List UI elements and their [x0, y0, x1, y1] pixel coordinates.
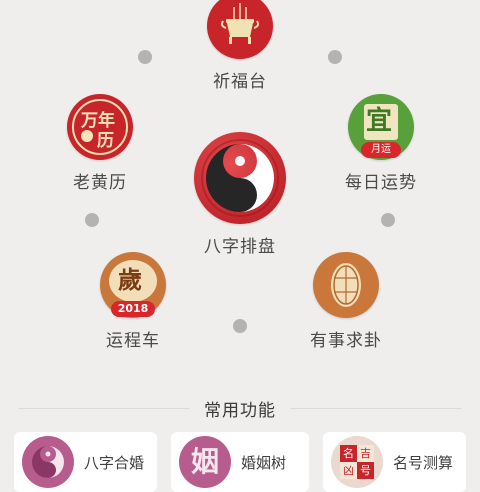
connector-dot: [85, 213, 99, 227]
section-title: 常用功能: [204, 400, 276, 421]
divider: [290, 407, 462, 409]
card-label: 八字合婚: [84, 453, 145, 472]
daily-fortune-icon: 宜 月运: [348, 94, 414, 160]
hub-center-bazi-chart[interactable]: 八字排盘: [180, 132, 300, 257]
almanac-icon: 万年 历: [67, 94, 133, 160]
name-glyph: 吉: [357, 445, 374, 462]
marriage-tree-icon: 姻: [179, 436, 231, 488]
hub-item-label: 祈福台: [213, 72, 267, 92]
year-glyph: 歲: [118, 265, 142, 294]
hub-item-label: 每日运势: [345, 173, 417, 193]
tortoise-shell-icon: [313, 252, 379, 318]
connector-dot: [381, 213, 395, 227]
hub-item-label: 老黄历: [73, 173, 127, 193]
name-glyph: 号: [357, 462, 374, 479]
connector-dot: [328, 50, 342, 64]
month-fortune-badge: 月运: [361, 142, 401, 158]
connector-dot: [138, 50, 152, 64]
name-glyph: 名: [340, 445, 357, 462]
card-marriage-tree[interactable]: 姻 婚姻树: [171, 432, 309, 492]
yin-yang-icon: [194, 132, 286, 224]
year-badge: 2018: [111, 301, 155, 317]
almanac-glyph-sub: 历: [97, 131, 114, 151]
hub-item-daily-fortune[interactable]: 宜 月运 每日运势: [321, 94, 441, 193]
card-bazi-marriage[interactable]: 八字合婚: [14, 432, 157, 492]
name-analysis-icon: 名 吉 凶 号: [331, 436, 383, 488]
fortune-hub: 祈福台 万年 历 老黄历 宜 月运 每日运势 八字排盘 歲 2018 运程车 有…: [0, 0, 480, 492]
marriage-yin-yang-icon: [22, 436, 74, 488]
connector-dot: [233, 319, 247, 333]
card-name-analysis[interactable]: 名 吉 凶 号 名号测算: [323, 432, 466, 492]
hub-item-label: 运程车: [106, 331, 160, 351]
marriage-glyph: 姻: [190, 445, 219, 478]
hub-item-almanac[interactable]: 万年 历 老黄历: [40, 94, 160, 193]
year-fortune-icon: 歲 2018: [100, 252, 166, 318]
divider: [18, 407, 190, 409]
hub-item-prayer-altar[interactable]: 祈福台: [180, 0, 300, 92]
name-glyph: 凶: [340, 462, 357, 479]
hub-center-label: 八字排盘: [204, 237, 276, 257]
hub-item-label: 有事求卦: [310, 331, 382, 351]
hub-item-fortune-cart[interactable]: 歲 2018 运程车: [73, 252, 193, 351]
card-label: 婚姻树: [241, 453, 287, 472]
card-label: 名号测算: [393, 453, 454, 472]
common-functions-header: 常用功能: [0, 395, 480, 421]
daily-glyph: 宜: [366, 106, 393, 136]
hub-item-divination[interactable]: 有事求卦: [286, 252, 406, 351]
incense-burner-icon: [207, 0, 273, 59]
